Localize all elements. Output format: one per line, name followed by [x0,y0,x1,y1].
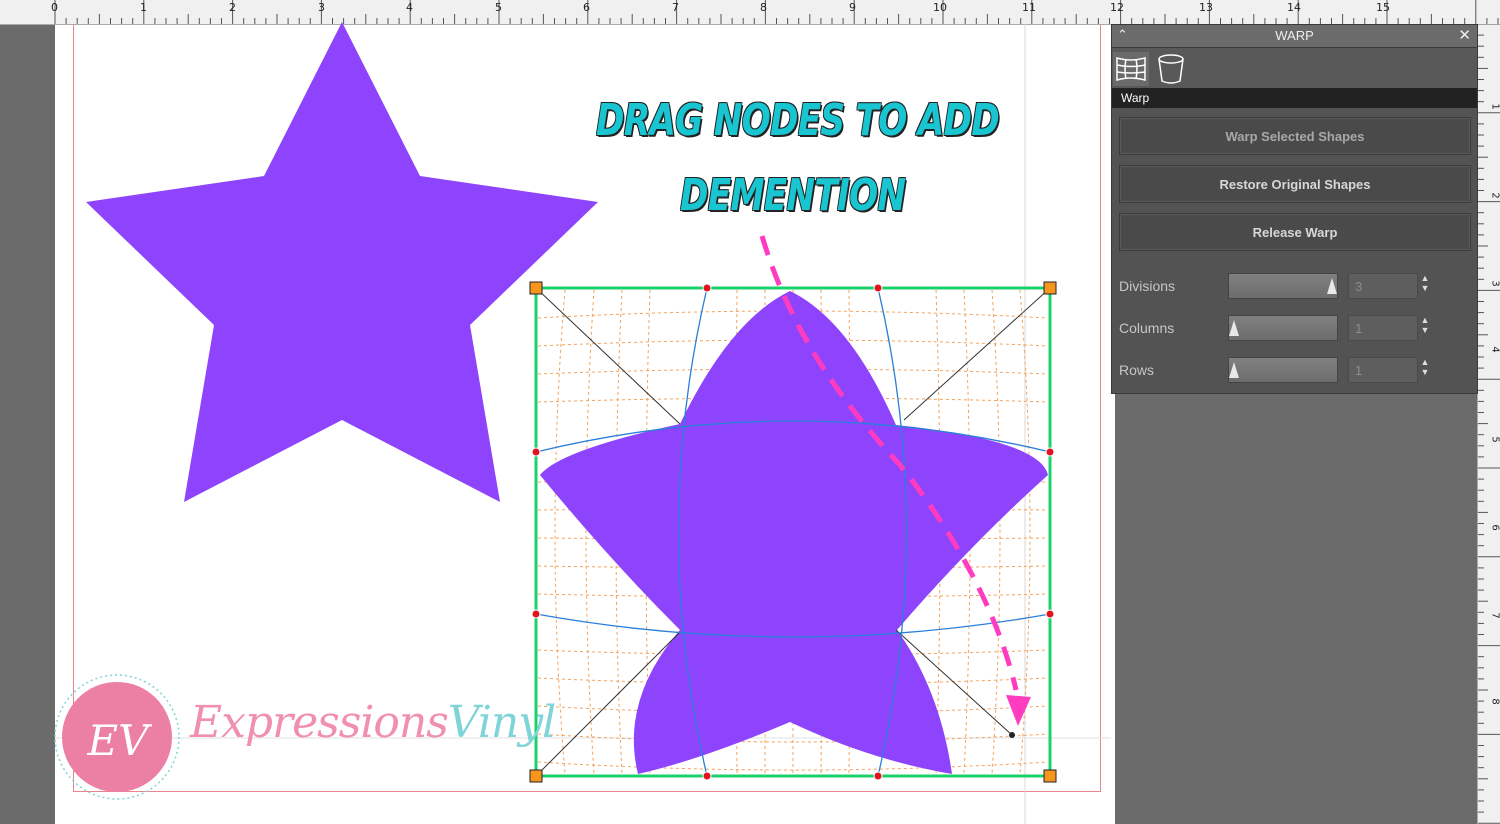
divisions-input[interactable]: 3 [1348,273,1418,299]
corner-handle[interactable] [1043,769,1057,783]
original-star-shape[interactable] [86,22,598,502]
rows-label: Rows [1119,362,1155,378]
panel-tab-bar [1112,48,1477,88]
warp-node[interactable] [873,283,883,293]
rows-spinner[interactable]: ▲ ▼ [1420,357,1430,383]
restore-original-shapes-button[interactable]: Restore Original Shapes [1119,165,1471,203]
corner-handle[interactable] [1043,281,1057,295]
warp-node[interactable] [531,447,541,457]
close-icon[interactable]: ✕ [1458,26,1471,44]
logo-word-vinyl: Vinyl [447,697,556,748]
annotation-line2: DEMENTION [680,170,906,221]
rows-input[interactable]: 1 [1348,357,1418,383]
warp-selected-shapes-button[interactable]: Warp Selected Shapes [1119,117,1471,155]
panel-title: WARP [1275,28,1314,43]
bucket-icon[interactable] [1153,52,1189,86]
warp-node[interactable] [1045,447,1055,457]
corner-handle[interactable] [529,281,543,295]
release-warp-button[interactable]: Release Warp [1119,213,1471,251]
slider-thumb[interactable] [1229,362,1239,378]
logo-word-expressions: Expressions [190,697,449,748]
panel-section-header: Warp [1112,88,1477,108]
warp-grid-icon[interactable] [1113,52,1149,86]
warp-panel: ⌃ WARP ✕ Warp Warp Selected Shapes Resto… [1111,24,1478,394]
logo-wordmark: ExpressionsVinyl [190,697,556,748]
divisions-spinner[interactable]: ▲ ▼ [1420,273,1430,299]
columns-spinner[interactable]: ▲ ▼ [1420,315,1430,341]
warp-node[interactable] [873,771,883,781]
dragged-node[interactable] [1009,732,1015,738]
warp-node[interactable] [702,771,712,781]
drag-arrowhead-icon [1006,695,1031,726]
warp-node[interactable] [531,609,541,619]
columns-input[interactable]: 1 [1348,315,1418,341]
warp-node[interactable] [702,283,712,293]
panel-titlebar[interactable]: ⌃ WARP ✕ [1112,25,1477,48]
logo-initials: EV [87,716,149,765]
divisions-slider[interactable] [1228,273,1338,299]
annotation-line1: DRAG NODES TO ADD [596,95,1000,146]
rows-slider[interactable] [1228,357,1338,383]
slider-thumb[interactable] [1229,320,1239,336]
columns-label: Columns [1119,320,1175,336]
slider-thumb[interactable] [1327,278,1337,294]
warp-node[interactable] [1045,609,1055,619]
divisions-label: Divisions [1119,278,1176,294]
corner-handle[interactable] [529,769,543,783]
columns-slider[interactable] [1228,315,1338,341]
